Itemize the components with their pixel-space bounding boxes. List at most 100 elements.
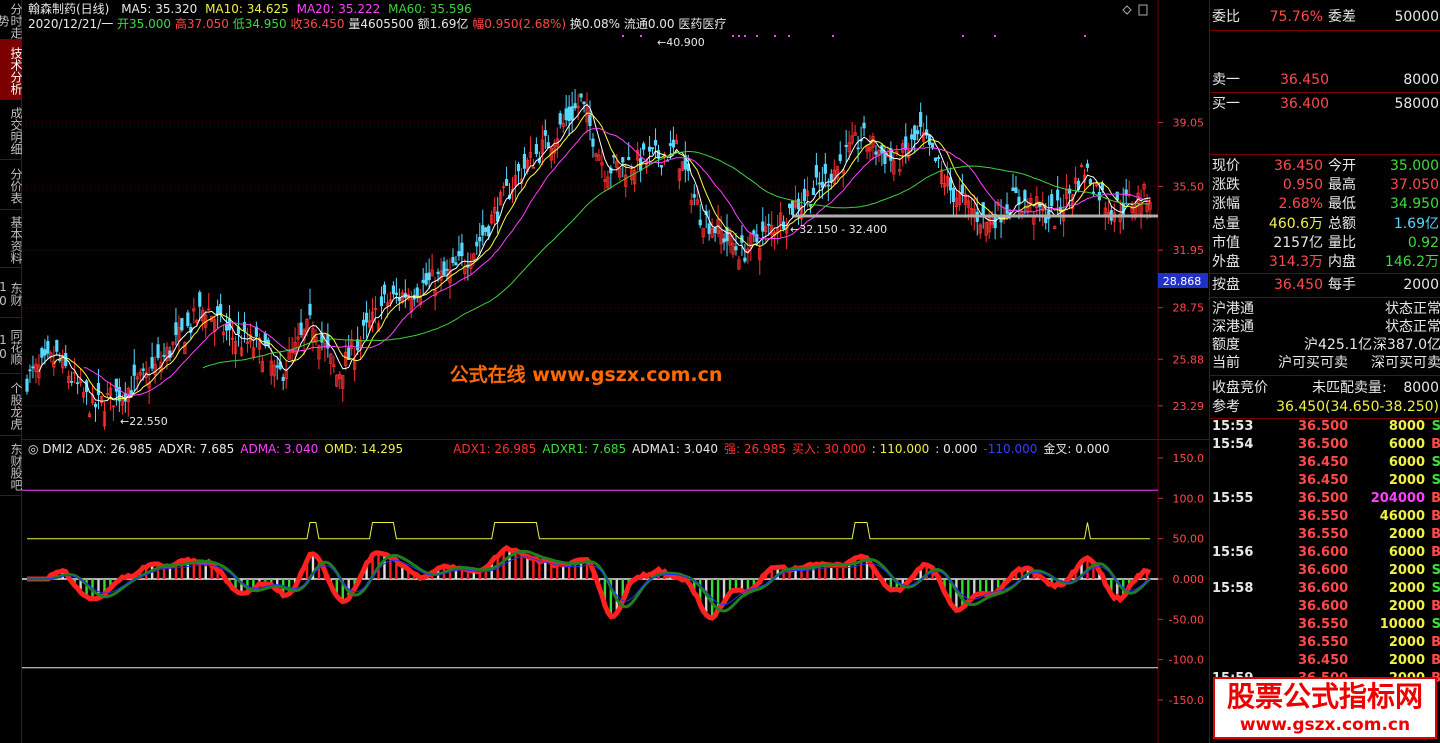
- tick-side: S: [1432, 580, 1440, 598]
- candle-body: [808, 204, 813, 207]
- side-tab-5[interactable]: 东财10: [0, 268, 22, 318]
- candle-body: [650, 147, 655, 150]
- indicator-value: ADXR1: 7.685: [542, 442, 627, 456]
- indicator-value: ADMA: 3.040: [240, 442, 319, 456]
- candle-body: [40, 348, 44, 358]
- candle-body: [43, 349, 47, 356]
- candle-body: [919, 112, 923, 127]
- tick-vol: 2000: [1388, 599, 1425, 614]
- candle-body: [427, 272, 431, 281]
- candle-body: [186, 312, 190, 327]
- signal-dot: [788, 35, 790, 37]
- connect-label: 沪港通: [1212, 301, 1254, 317]
- ref-row: 参考 36.450(34.650-38.250): [1210, 398, 1440, 416]
- tick-price: 36.500: [1298, 491, 1349, 506]
- stat-row: 现价 36.450 今开 35.000: [1210, 157, 1440, 175]
- ind-axis-label: -150.0: [1169, 694, 1204, 707]
- current-label: 当前: [1212, 355, 1240, 371]
- auction-row: 收盘竞价 未匹配卖量: 8000: [1210, 379, 1440, 397]
- quote-amount: 额1.69亿: [417, 17, 469, 31]
- candle-body: [734, 246, 738, 251]
- candle-body: [481, 225, 485, 236]
- candle-body: [391, 285, 395, 295]
- stat-value: 314.3万: [1268, 254, 1323, 270]
- candle-body: [445, 268, 449, 271]
- side-tab-7[interactable]: 个股龙虎: [0, 374, 22, 436]
- stat-label: 涨幅: [1212, 196, 1240, 213]
- side-tab-1[interactable]: 技术分析: [0, 40, 22, 100]
- indicator-value: : 0.000: [935, 442, 978, 456]
- divider: [1210, 297, 1440, 298]
- candle-body: [534, 144, 538, 155]
- price-axis-label: 39.05: [1173, 117, 1205, 130]
- tick-price: 36.500: [1298, 437, 1349, 452]
- candle-body: [1056, 189, 1060, 201]
- current-price-tag: 28.868: [1163, 275, 1202, 288]
- stat-label: 总额: [1328, 215, 1356, 232]
- side-tab-4[interactable]: 基本资料: [0, 210, 22, 268]
- candle-body: [454, 262, 458, 266]
- quote-float: 流通0.00: [623, 17, 675, 31]
- stat-label: 现价: [1212, 158, 1240, 174]
- stock-title: 翰森制药(日线): [28, 2, 110, 16]
- side-tab-8[interactable]: 东财股吧: [0, 436, 22, 496]
- candle-body: [981, 202, 985, 216]
- candle-body: [394, 292, 398, 295]
- indicator-value: 强: 26.985: [724, 442, 786, 456]
- chart-area[interactable]: 39.05 35.50 31.95 28.75 25.88 23.29 28.868 ←40.…: [22, 0, 1210, 743]
- candle-body: [451, 257, 455, 263]
- candle-body: [156, 344, 160, 358]
- quote-close: 收36.450: [290, 17, 345, 31]
- side-tabs: 分时走势 技术分析 成交明细 分价表 基本资料 东财10 同花顺10 个股龙虎 东财股吧: [0, 0, 22, 743]
- signal-dot: [732, 35, 734, 37]
- signal-dot: [1084, 35, 1086, 37]
- tick-row: 36.550 2000 B: [1210, 634, 1440, 652]
- candle-body: [1050, 194, 1054, 207]
- candle-body: [862, 122, 866, 129]
- tick-side: B: [1431, 598, 1440, 616]
- buy1-label: 买一: [1212, 96, 1240, 112]
- stat-row: 外盘 314.3万 内盘 146.2万: [1210, 253, 1440, 271]
- lot-label: 每手: [1328, 277, 1356, 293]
- main-chart-header: 翰森制药(日线) MA5: 35.320 MA10: 34.625 MA20: …: [28, 2, 472, 16]
- stat-value: 0.950: [1282, 177, 1323, 194]
- price-axis-label: 35.50: [1173, 180, 1205, 193]
- tick-row: 36.600 2000 S: [1210, 562, 1440, 580]
- candle-body: [820, 181, 824, 188]
- candle-body: [424, 273, 428, 285]
- tick-row: 36.450 2000 B: [1210, 652, 1440, 670]
- candle-body: [790, 201, 795, 215]
- omd-step-line: [27, 522, 1150, 540]
- side-tab-6[interactable]: 同花顺10: [0, 318, 22, 374]
- side-tab-2[interactable]: 成交明细: [0, 100, 22, 160]
- stat-row: 涨幅 2.68% 最低 34.950: [1210, 195, 1440, 213]
- tick-vol: 204000: [1370, 491, 1425, 506]
- divider: [1210, 273, 1440, 274]
- quote-volume: 量4605500: [348, 17, 414, 31]
- divider: [1210, 154, 1440, 155]
- tick-vol: 6000: [1388, 437, 1425, 452]
- candle-body: [627, 156, 631, 160]
- candle-body: [930, 142, 935, 149]
- side-tab-0[interactable]: 分时走势: [0, 0, 22, 40]
- candle-body: [913, 125, 917, 141]
- stat-label: 涨跌: [1212, 177, 1240, 194]
- candle-body: [653, 139, 658, 146]
- candle-body: [960, 184, 964, 194]
- banner-title: 股票公式指标网: [1226, 680, 1423, 713]
- tick-vol: 8000: [1388, 419, 1425, 434]
- candle-body: [382, 284, 387, 295]
- weibi-value: 75.76%: [1269, 9, 1323, 25]
- indicator-name[interactable]: ◎ DMI2: [28, 442, 77, 456]
- side-tab-3[interactable]: 分价表: [0, 160, 22, 210]
- candle-body: [904, 136, 908, 150]
- ma60-line: [202, 150, 1151, 369]
- tick-row: 36.600 2000 B: [1210, 598, 1440, 616]
- afterhours-label: 按盘: [1212, 277, 1240, 293]
- candle-body: [933, 157, 938, 162]
- site-banner[interactable]: 股票公式指标网 www.gszx.com.cn: [1213, 677, 1437, 739]
- candle-body: [588, 114, 592, 127]
- tick-price: 36.450: [1298, 455, 1349, 470]
- stat-label: 外盘: [1212, 254, 1240, 270]
- candle-body: [692, 194, 696, 198]
